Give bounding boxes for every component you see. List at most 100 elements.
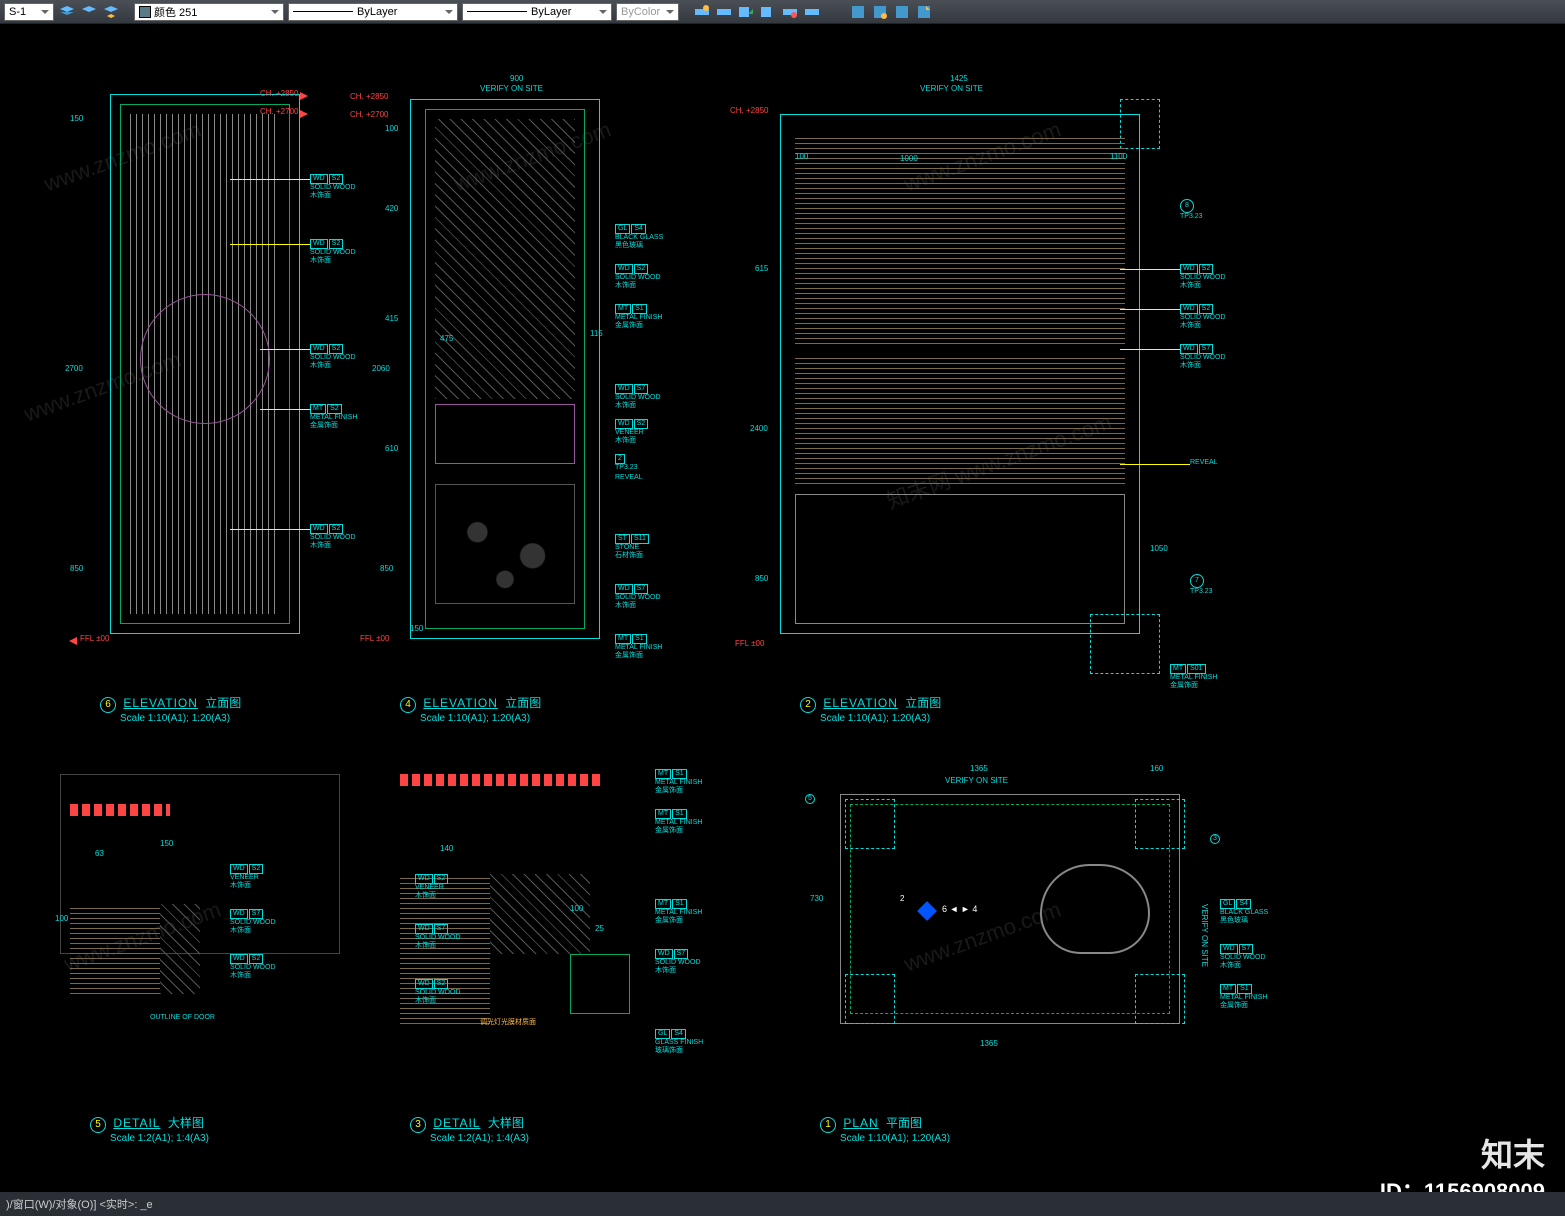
dim: 100 bbox=[55, 914, 68, 923]
properties-toolbar: S-1 颜色 251 ByLayer ByLayer ByColor bbox=[0, 0, 1565, 24]
elev4-glass bbox=[435, 119, 575, 399]
layer-icon-2[interactable] bbox=[80, 3, 98, 21]
level-arrow-icon bbox=[300, 110, 312, 118]
dim: 2400 bbox=[750, 424, 768, 433]
title-cn: 立面图 bbox=[205, 696, 241, 710]
command-line[interactable]: )/窗口(W)/对象(O)] <实时>: _e bbox=[0, 1192, 1565, 1216]
tag-wd-s2: WDS2SOLID WOOD木饰面 bbox=[1180, 304, 1226, 330]
tool-icon-f[interactable] bbox=[803, 3, 821, 21]
tool-icon-g[interactable] bbox=[849, 3, 867, 21]
tag-gl-s4b: GLS4GLASS FINISH玻璃饰面 bbox=[655, 1029, 703, 1055]
layer-icon-3[interactable] bbox=[102, 3, 120, 21]
tag-wd-s7: WDS7SOLID WOOD木饰面 bbox=[230, 909, 276, 935]
plan-scope-tl bbox=[845, 799, 895, 849]
leader bbox=[260, 349, 310, 350]
title-cn: 大样图 bbox=[168, 1116, 204, 1130]
elev6-circle bbox=[140, 294, 270, 424]
dim: 100 bbox=[385, 124, 398, 133]
dim: 415 bbox=[385, 314, 398, 323]
dim: 25 bbox=[595, 924, 604, 933]
dim: 730 bbox=[810, 894, 823, 903]
tag-wd-s2: WDS2SOLID WOOD木饰面 bbox=[1180, 264, 1226, 290]
tool-icon-e[interactable] bbox=[781, 3, 799, 21]
elev2-scope bbox=[1120, 99, 1160, 149]
title-num: 3 bbox=[410, 1117, 426, 1133]
tag-wd-s2: WDS2SOLID WOOD木饰面 bbox=[230, 954, 276, 980]
tag-mt-s1: MTS1METAL FINISH金属饰面 bbox=[1220, 984, 1267, 1010]
lineweight-dropdown[interactable]: ByLayer bbox=[462, 3, 612, 21]
det5-title: 5 DETAIL 大样图 Scale 1:2(A1); 1:4(A3) bbox=[90, 1114, 209, 1144]
elev2-scope2 bbox=[1090, 614, 1160, 674]
tag-wd-s2: WDS2SOLID WOOD木饰面 bbox=[310, 239, 356, 265]
dim: 615 bbox=[755, 264, 768, 273]
plan-scope-tr bbox=[1135, 799, 1185, 849]
dim: 850 bbox=[380, 564, 393, 573]
title-num: 5 bbox=[90, 1117, 106, 1133]
title-text: PLAN bbox=[843, 1116, 878, 1130]
tool-icon-h[interactable] bbox=[871, 3, 889, 21]
title-cn: 大样图 bbox=[488, 1116, 524, 1130]
ffl: FFL ±00 bbox=[735, 639, 764, 648]
title-num: 1 bbox=[820, 1117, 836, 1133]
title-scale: Scale 1:2(A1); 1:4(A3) bbox=[430, 1133, 529, 1144]
verify-note: VERIFY ON SITE bbox=[480, 84, 543, 93]
layer-value: S-1 bbox=[9, 6, 26, 18]
tool-icon-b[interactable] bbox=[715, 3, 733, 21]
tag-wd-s2v: WDS2VENEER木饰面 bbox=[230, 864, 264, 890]
tag-mt-s2: MTS2METAL FINISH金属饰面 bbox=[310, 404, 357, 430]
brand-logo: 知末 bbox=[1481, 1130, 1545, 1176]
elevation-6-panel: CH. +2850 CH. +2700 FFL ±00 150 2700 850… bbox=[60, 44, 360, 704]
layer-icon-1[interactable] bbox=[58, 3, 76, 21]
elevation-2-panel: 1425 VERIFY ON SITE CH. +2850 1000 100 1… bbox=[700, 44, 1260, 704]
plotstyle-dropdown[interactable]: ByColor bbox=[616, 3, 679, 21]
tool-icon-a[interactable] bbox=[693, 3, 711, 21]
ch-2850: CH. +2850 bbox=[730, 106, 768, 115]
elev2-panel-bot bbox=[795, 494, 1125, 624]
dim: 420 bbox=[385, 204, 398, 213]
title-text: ELEVATION bbox=[423, 696, 498, 710]
color-dropdown[interactable]: 颜色 251 bbox=[134, 3, 284, 21]
plan-scope-br bbox=[1135, 974, 1185, 1024]
det3-title: 3 DETAIL 大样图 Scale 1:2(A1); 1:4(A3) bbox=[410, 1114, 529, 1144]
linetype-sample bbox=[293, 11, 353, 12]
det3-mid bbox=[490, 874, 590, 954]
dim: 1100 bbox=[1110, 152, 1127, 161]
tag-mt-s1: MTS1METAL FINISH金属饰面 bbox=[655, 809, 702, 835]
tool-icon-d[interactable] bbox=[759, 3, 777, 21]
tag-wd-s7: WDS7SOLID WOOD木饰面 bbox=[1220, 944, 1266, 970]
linetype-dropdown[interactable]: ByLayer bbox=[288, 3, 458, 21]
tag-wd-s7: WDS7SOLID WOOD木饰面 bbox=[655, 949, 701, 975]
ffl: FFL ±00 bbox=[360, 634, 389, 643]
ch-2700: CH. +2700 bbox=[350, 110, 388, 119]
dim: 2060 bbox=[372, 364, 390, 373]
dim: 115 bbox=[590, 329, 603, 338]
tag-wd-s2v: WDS2VENEER木饰面 bbox=[615, 419, 649, 445]
tag-gl-s4: GLS4BLACK GLASS黑色玻璃 bbox=[615, 224, 663, 250]
plan-scope-bl bbox=[845, 974, 895, 1024]
tag-wd-s7: WDS7SOLID WOOD木饰面 bbox=[1180, 344, 1226, 370]
tag-mt-s01: MTS01METAL FINISH金属饰面 bbox=[1170, 664, 1217, 690]
elev6-title: 6 ELEVATION 立面图 Scale 1:10(A1); 1:20(A3) bbox=[100, 694, 241, 724]
det5-wood bbox=[70, 904, 160, 994]
verify-note: VERIFY ON SITE bbox=[945, 776, 1008, 785]
title-cn: 平面图 bbox=[886, 1116, 922, 1130]
verify-note: VERIFY ON SITE bbox=[1200, 904, 1209, 967]
tag-wd-s2: WDS2SOLID WOOD木饰面 bbox=[415, 979, 461, 1005]
tool-icon-c[interactable] bbox=[737, 3, 755, 21]
command-text: )/窗口(W)/对象(O)] <实时>: _e bbox=[6, 1196, 153, 1212]
plan-toilet bbox=[1040, 864, 1150, 954]
title-scale: Scale 1:10(A1); 1:20(A3) bbox=[420, 713, 541, 724]
plotstyle-value: ByColor bbox=[621, 6, 660, 18]
elev2-panel-top bbox=[795, 134, 1125, 344]
dim: 100 bbox=[570, 904, 583, 913]
elev2-title: 2 ELEVATION 立面图 Scale 1:10(A1); 1:20(A3) bbox=[800, 694, 941, 724]
det3-box bbox=[570, 954, 630, 1014]
drawing-canvas[interactable]: www.znzmo.com www.znzmo.com www.znzmo.co… bbox=[0, 24, 1565, 1192]
tool-icon-j[interactable] bbox=[915, 3, 933, 21]
det3-note: 调光灯光膜材质面 bbox=[480, 1019, 536, 1027]
layer-dropdown[interactable]: S-1 bbox=[4, 3, 54, 21]
tool-icon-i[interactable] bbox=[893, 3, 911, 21]
dim: 150 bbox=[160, 839, 173, 848]
leader bbox=[230, 529, 310, 530]
verify-note: VERIFY ON SITE bbox=[920, 84, 983, 93]
